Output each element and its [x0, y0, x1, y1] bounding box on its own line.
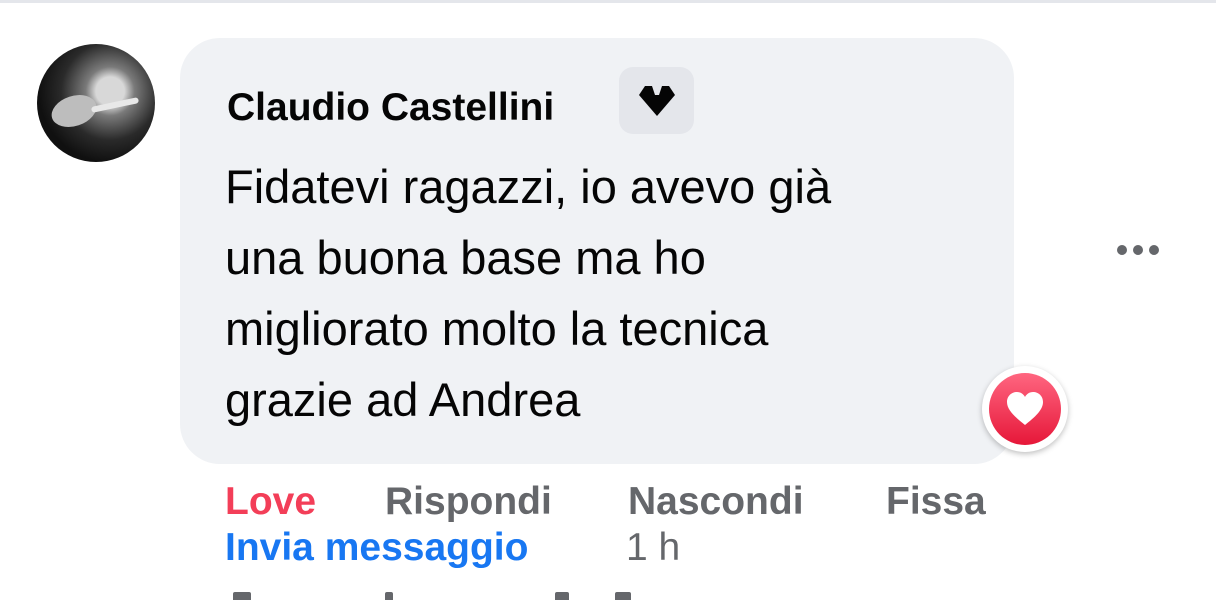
top-fan-badge[interactable] — [619, 67, 694, 134]
diamond-icon — [638, 85, 675, 116]
cutoff-next-row — [225, 588, 645, 600]
comment-text: Fidatevi ragazzi, io avevo già una buona… — [225, 151, 985, 435]
comment-line: grazie ad Andrea — [225, 373, 581, 426]
send-message-link[interactable]: Invia messaggio — [225, 524, 528, 572]
more-dot — [1149, 245, 1159, 255]
avatar[interactable] — [37, 44, 155, 162]
pin-button[interactable]: Fissa — [886, 478, 986, 526]
comment-line: migliorato molto la tecnica — [225, 302, 769, 355]
more-dot — [1117, 245, 1127, 255]
cutoff-glyph — [555, 592, 569, 600]
love-reaction — [989, 373, 1061, 445]
comment-line: una buona base ma ho — [225, 231, 706, 284]
comment-line: Fidatevi ragazzi, io avevo già — [225, 160, 832, 213]
top-divider — [0, 0, 1216, 3]
more-dot — [1133, 245, 1143, 255]
hide-button[interactable]: Nascondi — [628, 478, 804, 526]
cutoff-glyph — [615, 592, 631, 600]
cutoff-glyph — [233, 592, 251, 600]
reply-button[interactable]: Rispondi — [385, 478, 552, 526]
comment-author[interactable]: Claudio Castellini — [227, 84, 554, 132]
love-button[interactable]: Love — [225, 478, 316, 526]
more-options-button[interactable] — [1102, 226, 1174, 274]
timestamp[interactable]: 1 h — [626, 524, 680, 572]
avatar-spoon-shape — [90, 97, 140, 113]
reaction-badge[interactable] — [982, 366, 1068, 452]
cutoff-glyph — [385, 592, 393, 600]
heart-icon — [1007, 392, 1043, 425]
